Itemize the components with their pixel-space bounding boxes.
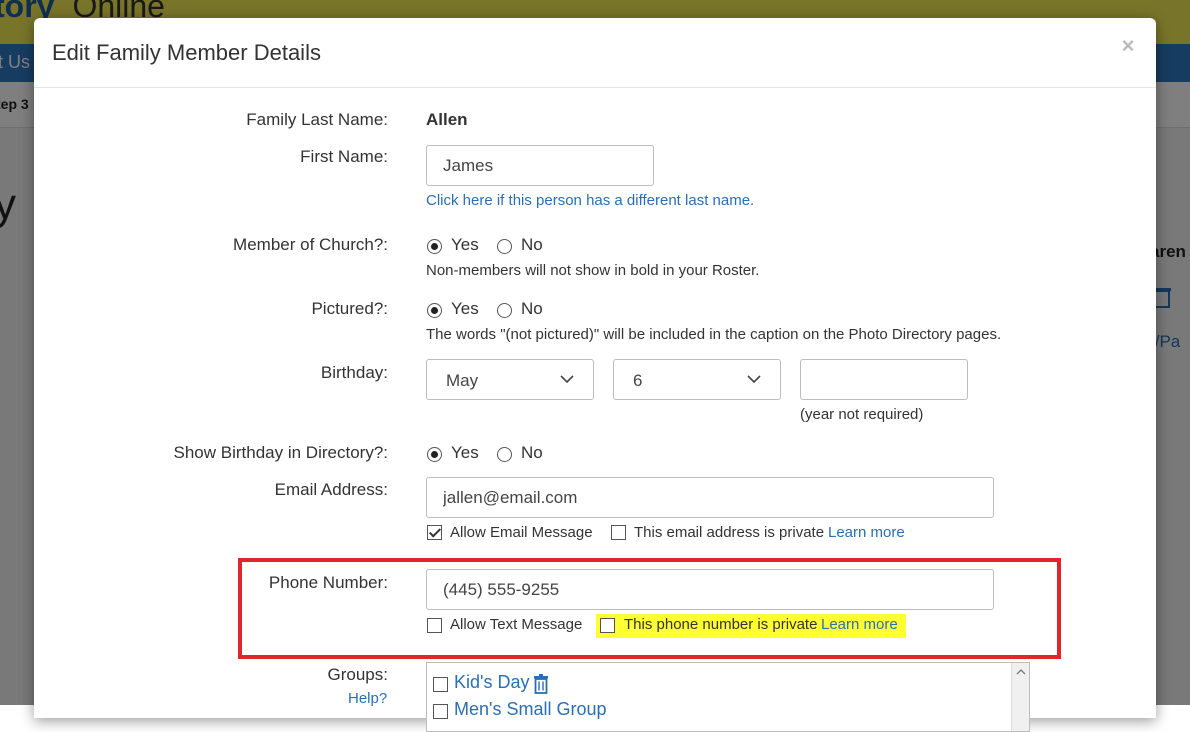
birthday-day-value: 6 bbox=[633, 371, 643, 390]
birthday-label: Birthday: bbox=[320, 363, 388, 382]
group-name[interactable]: Men's Small Group bbox=[454, 699, 607, 720]
allow-text-label[interactable]: Allow Text Message bbox=[450, 616, 582, 633]
show-birthday-no-radio[interactable] bbox=[497, 447, 512, 462]
family-last-name-value: Allen bbox=[426, 110, 468, 129]
email-label: Email Address: bbox=[274, 480, 388, 499]
show-birthday-yes-radio[interactable] bbox=[427, 447, 442, 462]
groups-help-link[interactable]: Help? bbox=[348, 690, 387, 707]
member-help-text: Non-members will not show in bold in you… bbox=[426, 262, 760, 279]
phone-learn-more-link[interactable]: Learn more bbox=[821, 616, 898, 633]
birthday-month-value: May bbox=[446, 371, 479, 390]
member-of-church-label: Member of Church?: bbox=[233, 235, 388, 254]
groups-scrollbar[interactable] bbox=[1011, 663, 1029, 731]
trash-icon[interactable] bbox=[533, 674, 549, 694]
phone-private-checkbox[interactable] bbox=[600, 618, 615, 633]
member-no-radio[interactable] bbox=[497, 239, 512, 254]
different-last-name-link[interactable]: Click here if this person has a differen… bbox=[426, 192, 754, 209]
phone-label: Phone Number: bbox=[268, 573, 388, 592]
edit-family-member-modal: Edit Family Member Details × Family Last… bbox=[34, 18, 1156, 732]
pictured-yes-radio[interactable] bbox=[427, 303, 442, 318]
chevron-down-icon bbox=[747, 375, 761, 384]
email-learn-more-link[interactable]: Learn more bbox=[828, 524, 905, 541]
show-birthday-no-label[interactable]: No bbox=[521, 443, 543, 463]
member-yes-label[interactable]: Yes bbox=[451, 235, 479, 255]
pictured-help-text: The words "(not pictured)" will be inclu… bbox=[426, 326, 1002, 343]
member-yes-radio[interactable] bbox=[427, 239, 442, 254]
pictured-label: Pictured?: bbox=[311, 299, 388, 318]
show-birthday-yes-label[interactable]: Yes bbox=[451, 443, 479, 463]
birthday-day-select[interactable]: 6 bbox=[613, 359, 781, 400]
year-note: (year not required) bbox=[800, 406, 924, 423]
pictured-no-label[interactable]: No bbox=[521, 299, 543, 319]
scroll-up-icon[interactable] bbox=[1016, 668, 1026, 676]
allow-email-label[interactable]: Allow Email Message bbox=[450, 524, 593, 541]
group-checkbox[interactable] bbox=[433, 704, 448, 719]
chevron-down-icon bbox=[560, 375, 574, 384]
phone-input[interactable] bbox=[426, 569, 994, 610]
groups-list[interactable]: Kid's Day Men's Small Group bbox=[426, 662, 1030, 732]
family-last-name-label: Family Last Name: bbox=[246, 110, 388, 129]
birthday-year-input[interactable] bbox=[800, 359, 968, 400]
email-private-checkbox[interactable] bbox=[611, 525, 626, 540]
email-input[interactable] bbox=[426, 477, 994, 518]
pictured-yes-label[interactable]: Yes bbox=[451, 299, 479, 319]
allow-text-checkbox[interactable] bbox=[427, 618, 442, 633]
show-birthday-label: Show Birthday in Directory?: bbox=[173, 443, 388, 462]
member-no-label[interactable]: No bbox=[521, 235, 543, 255]
pictured-no-radio[interactable] bbox=[497, 303, 512, 318]
modal-header: Edit Family Member Details × bbox=[34, 18, 1156, 88]
birthday-month-select[interactable]: May bbox=[426, 359, 594, 400]
close-button[interactable]: × bbox=[1118, 34, 1138, 58]
first-name-label: First Name: bbox=[300, 147, 388, 166]
group-name[interactable]: Kid's Day bbox=[454, 672, 529, 693]
group-checkbox[interactable] bbox=[433, 677, 448, 692]
phone-private-label[interactable]: This phone number is private bbox=[624, 616, 817, 633]
modal-title: Edit Family Member Details bbox=[52, 40, 321, 65]
allow-email-checkbox[interactable] bbox=[427, 525, 442, 540]
groups-label: Groups: bbox=[327, 665, 388, 684]
first-name-input[interactable] bbox=[426, 145, 654, 186]
email-private-label[interactable]: This email address is private bbox=[634, 524, 824, 541]
